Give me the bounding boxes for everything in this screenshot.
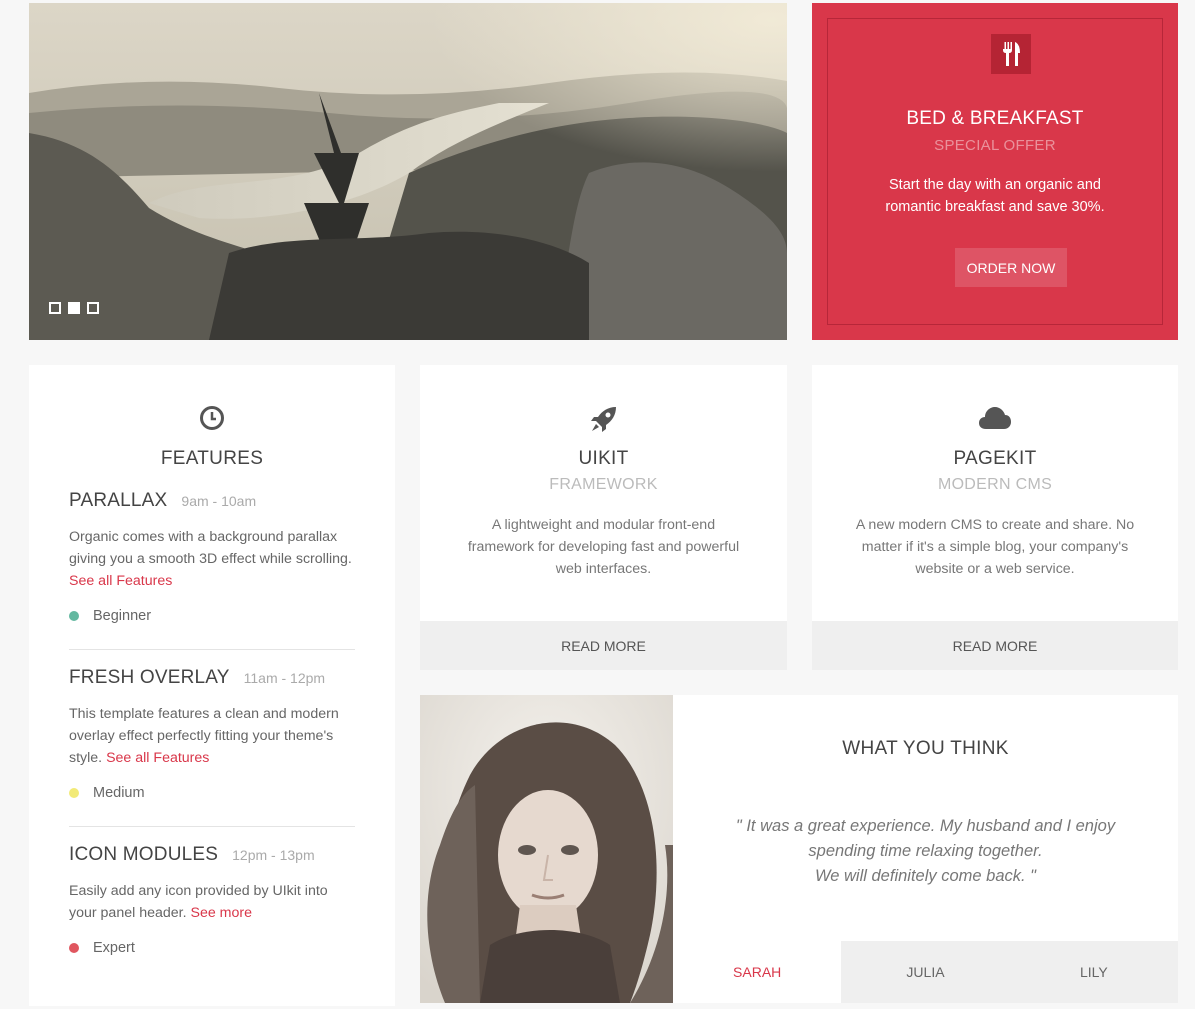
read-more-button[interactable]: READ MORE [812,621,1178,670]
landscape-image [29,3,787,340]
divider [69,649,355,650]
offer-card: BED & BREAKFAST SPECIAL OFFER Start the … [812,3,1178,340]
feature-item-fresh-overlay: FRESH OVERLAY 11am - 12pm This template … [69,667,355,801]
tab-julia[interactable]: JULIA [841,941,1010,1003]
offer-subtitle: SPECIAL OFFER [934,137,1056,154]
level-dot [69,611,79,621]
level-label: Beginner [93,608,152,624]
rocket-icon [420,405,787,433]
feature-time: 11am - 12pm [243,670,326,686]
quote-line: We will definitely come back. " [814,867,1037,885]
card-subtitle: FRAMEWORK [549,476,658,493]
feature-time: 12pm - 13pm [232,847,315,863]
feature-time: 9am - 10am [181,493,257,509]
testimonial-panel: WHAT YOU THINK " It was a great experien… [420,695,1178,1003]
feature-description-text: Organic comes with a background parallax… [69,529,352,567]
see-all-features-link[interactable]: See all Features [106,750,209,766]
offer-text: Start the day with an organic and romant… [885,177,1105,215]
card-text: A new modern CMS to create and share. No… [855,517,1135,577]
cloud-icon [812,405,1178,431]
level-dot [69,943,79,953]
testimonial-tabs: SARAH JULIA LILY [673,941,1178,1003]
offer-title: BED & BREAKFAST [906,108,1084,129]
feature-level: Medium [69,785,355,801]
pagekit-card: PAGEKIT MODERN CMS A new modern CMS to c… [812,365,1178,670]
card-title: PAGEKIT [953,448,1037,469]
feature-description: Organic comes with a background parallax… [69,526,355,592]
testimonial-title: WHAT YOU THINK [842,738,1009,759]
card-subtitle: MODERN CMS [937,476,1053,493]
feature-level: Expert [69,940,355,956]
features-title: FEATURES [160,448,264,469]
card-text: A lightweight and modular front-end fram… [467,517,740,577]
quote-line: spending time relaxing together. [808,842,1043,860]
feature-name: FRESH OVERLAY [69,667,230,688]
slideshow-dots [49,302,99,314]
slide-dot-1[interactable] [49,302,61,314]
clock-icon [29,405,395,431]
see-all-features-link[interactable]: See all Features [69,573,172,589]
quote-line: " It was a great experience. My husband … [735,817,1116,835]
level-dot [69,788,79,798]
uikit-card: UIKIT FRAMEWORK A lightweight and modula… [420,365,787,670]
slide-dot-2[interactable] [68,302,80,314]
feature-description: This template features a clean and moder… [69,703,355,769]
level-label: Medium [93,785,145,801]
portrait-image [420,695,673,1003]
feature-description: Easily add any icon provided by UIkit in… [69,880,355,924]
offer-frame: BED & BREAKFAST SPECIAL OFFER Start the … [827,18,1163,325]
hero-slideshow [29,3,787,340]
slide-dot-3[interactable] [87,302,99,314]
feature-level: Beginner [69,608,355,624]
features-panel: FEATURES PARALLAX 9am - 10am Organic com… [29,365,395,1006]
card-title: UIKIT [578,448,629,469]
feature-name: ICON MODULES [69,844,219,865]
divider [69,826,355,827]
read-more-button[interactable]: READ MORE [420,621,787,670]
testimonial-quote: " It was a great experience. My husband … [673,814,1178,889]
feature-item-parallax: PARALLAX 9am - 10am Organic comes with a… [69,490,355,624]
restaurant-icon [991,34,1031,74]
level-label: Expert [93,940,135,956]
tab-lily[interactable]: LILY [1009,941,1178,1003]
order-now-button[interactable]: ORDER NOW [955,248,1067,287]
feature-item-icon-modules: ICON MODULES 12pm - 13pm Easily add any … [69,844,355,956]
feature-name: PARALLAX [69,490,168,511]
tab-sarah[interactable]: SARAH [673,941,842,1003]
see-more-link[interactable]: See more [190,905,252,921]
